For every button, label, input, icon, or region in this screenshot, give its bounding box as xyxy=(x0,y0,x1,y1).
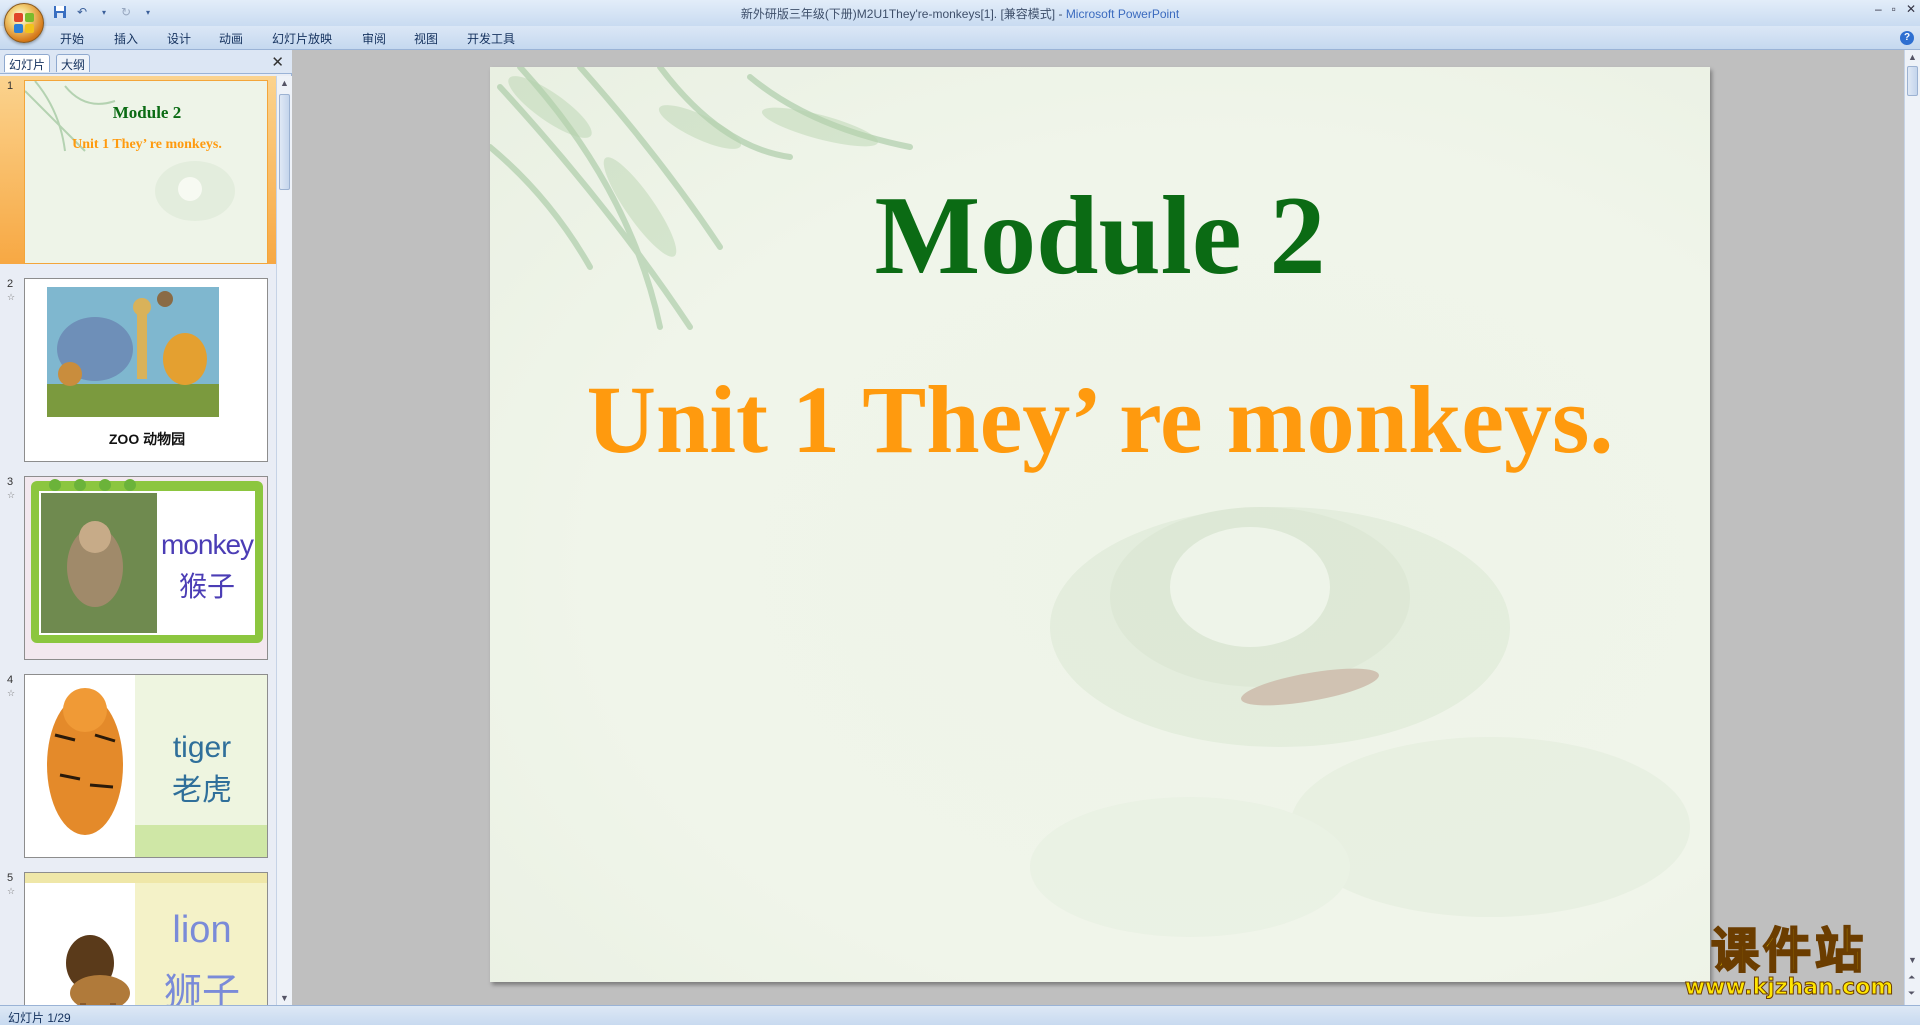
document-title: 新外研版三年级(下册)M2U1They're-monkeys[1]. [兼容模式… xyxy=(740,7,1066,21)
pane-close-icon[interactable]: ✕ xyxy=(271,53,284,71)
slides-pane: 幻灯片 大纲 ✕ 1 Module 2 Unit 1 They’ re monk… xyxy=(0,50,292,1005)
tab-slides[interactable]: 幻灯片 xyxy=(4,54,51,72)
office-button[interactable] xyxy=(4,3,44,43)
scroll-down-icon[interactable]: ▼ xyxy=(280,993,289,1003)
animation-star-icon: ☆ xyxy=(7,490,16,500)
slide-scrollbar[interactable]: ▲ ▼ ⏶ ⏷ xyxy=(1904,50,1920,1005)
animation-star-icon: ☆ xyxy=(7,292,16,302)
tab-view[interactable]: 视图 xyxy=(414,30,438,47)
thumb-subtitle: Unit 1 They’ re monkeys. xyxy=(72,137,222,152)
slide-number: 5 xyxy=(7,872,14,884)
slide-title[interactable]: Module 2 xyxy=(490,172,1710,301)
window-title: 新外研版三年级(下册)M2U1They're-monkeys[1]. [兼容模式… xyxy=(0,5,1920,22)
tab-developer[interactable]: 开发工具 xyxy=(467,30,515,47)
slide-number: 4 xyxy=(7,674,14,686)
tab-design[interactable]: 设计 xyxy=(167,30,191,47)
slide-thumbnail: tiger 老虎 xyxy=(24,674,268,858)
thumbnail-slide-4[interactable]: 4 ☆ tiger 老虎 xyxy=(0,670,276,858)
tab-home[interactable]: 开始 xyxy=(60,30,84,47)
previous-slide-icon[interactable]: ⏶ xyxy=(1908,972,1915,983)
scroll-up-icon[interactable]: ▲ xyxy=(1908,52,1917,62)
restore-icon[interactable]: ▫ xyxy=(1892,2,1896,16)
current-slide[interactable]: Module 2 Unit 1 They’ re monkeys. xyxy=(490,67,1710,982)
slide-thumbnail: monkey 猴子 xyxy=(24,476,268,660)
slide-thumbnail: Module 2 Unit 1 They’ re monkeys. xyxy=(24,80,268,264)
scroll-down-icon[interactable]: ▼ xyxy=(1908,955,1917,965)
thumb-title: Module 2 xyxy=(112,103,182,122)
minimize-icon[interactable]: – xyxy=(1875,2,1882,16)
watermark-url: www.kjzhan.com xyxy=(1684,975,1894,1000)
animation-star-icon: ☆ xyxy=(7,886,16,896)
thumb-word: tiger xyxy=(172,731,232,764)
scrollbar-thumb[interactable] xyxy=(1907,66,1918,96)
tab-review[interactable]: 审阅 xyxy=(362,30,386,47)
slide-number: 1 xyxy=(7,80,14,92)
tab-outline[interactable]: 大纲 xyxy=(56,54,91,72)
next-slide-icon[interactable]: ⏷ xyxy=(1908,988,1915,999)
slide-thumbnail: ZOO 动物园 xyxy=(24,278,268,462)
thumbnail-scrollbar[interactable]: ▲ ▼ xyxy=(276,76,292,1005)
thumbnail-slide-2[interactable]: 2 ☆ ZOO 动物园 xyxy=(0,274,276,462)
thumb-chinese: 猴子 xyxy=(178,571,235,602)
watermark-logo: 课件站 www.kjzhan.com xyxy=(1674,923,1904,1000)
animation-star-icon: ☆ xyxy=(7,688,16,698)
help-icon[interactable]: ? xyxy=(1900,31,1914,45)
window-controls: – ▫ ✕ xyxy=(1875,2,1916,16)
thumb-chinese: 狮子 xyxy=(163,972,240,1005)
thumb-word: monkey xyxy=(160,529,254,560)
office-logo-icon xyxy=(14,13,34,33)
slide-editor: Module 2 Unit 1 They’ re monkeys. xyxy=(293,50,1904,1005)
slide-subtitle[interactable]: Unit 1 They’ re monkeys. xyxy=(490,364,1710,475)
slide-number: 2 xyxy=(7,278,14,290)
thumb-word: lion xyxy=(172,909,232,951)
tab-insert[interactable]: 插入 xyxy=(114,30,138,47)
tab-animations[interactable]: 动画 xyxy=(219,30,243,47)
close-icon[interactable]: ✕ xyxy=(1906,2,1916,16)
thumbnail-list: 1 Module 2 Unit 1 They’ re monkeys. 2 ☆ xyxy=(0,76,276,1005)
watermark-chinese: 课件站 xyxy=(1710,923,1867,979)
slide-thumbnail: lion 狮子 xyxy=(24,872,268,1005)
slide-counter: 幻灯片 1/29 xyxy=(8,1011,71,1025)
thumbnail-slide-5[interactable]: 5 ☆ lion 狮子 xyxy=(0,868,276,1005)
scroll-up-icon[interactable]: ▲ xyxy=(280,78,289,88)
title-bar: ↶ ▾ ↻ ▾ 新外研版三年级(下册)M2U1They're-monkeys[1… xyxy=(0,0,1920,43)
scrollbar-thumb[interactable] xyxy=(279,94,290,190)
thumbnail-slide-1[interactable]: 1 Module 2 Unit 1 They’ re monkeys. xyxy=(0,76,276,264)
thumb-caption: ZOO 动物园 xyxy=(108,431,186,447)
tab-slideshow[interactable]: 幻灯片放映 xyxy=(272,30,332,47)
pane-tabs: 幻灯片 大纲 ✕ xyxy=(0,50,292,74)
thumb-chinese: 老虎 xyxy=(172,774,232,807)
status-bar: 幻灯片 1/29 xyxy=(0,1005,1920,1025)
thumbnail-slide-3[interactable]: 3 ☆ monkey 猴子 xyxy=(0,472,276,660)
slide-number: 3 xyxy=(7,476,14,488)
app-name: Microsoft PowerPoint xyxy=(1065,7,1180,21)
ribbon-tabs: 开始 插入 设计 动画 幻灯片放映 审阅 视图 开发工具 ? xyxy=(0,26,1920,50)
